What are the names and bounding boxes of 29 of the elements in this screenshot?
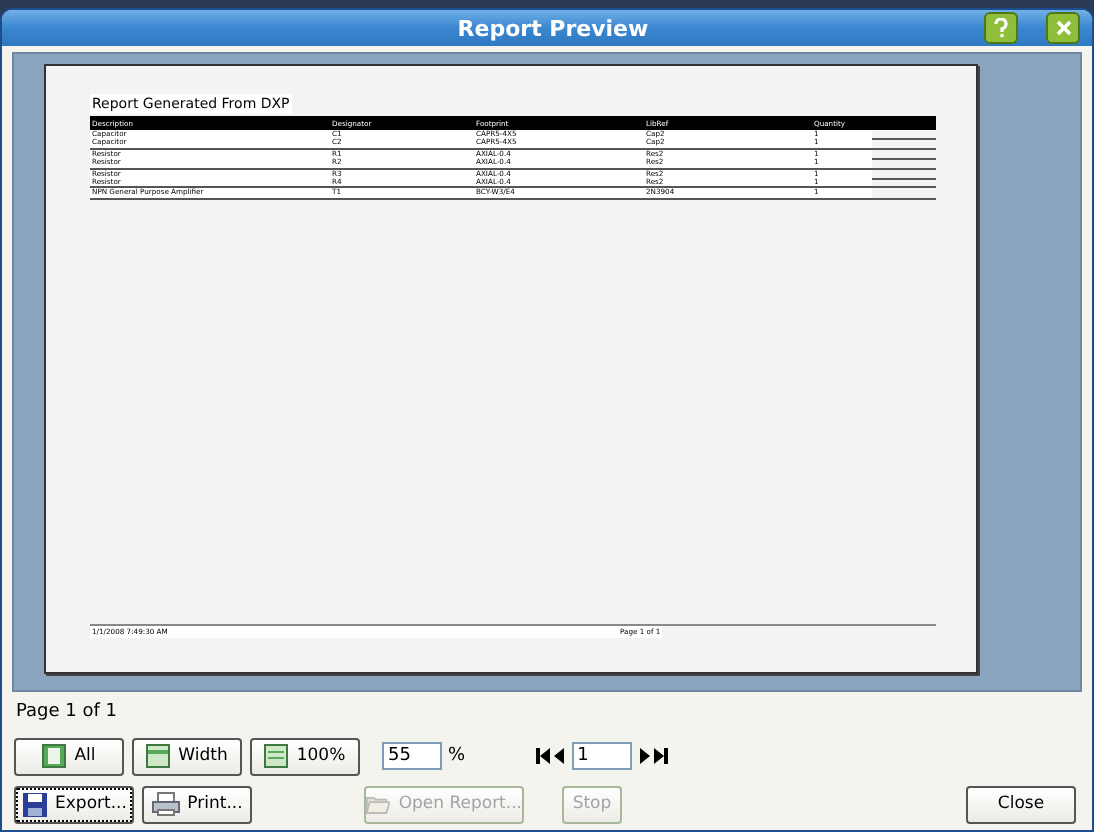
first-page-icon <box>535 748 550 764</box>
action-button[interactable]: Export... <box>14 785 134 823</box>
printer-icon <box>151 792 180 816</box>
zoom-button[interactable]: All <box>14 737 124 775</box>
window-title: Report Preview <box>455 15 651 41</box>
header-bar <box>872 116 936 130</box>
help-button[interactable] <box>984 12 1018 44</box>
page-field[interactable]: 1 <box>571 742 632 770</box>
page-view-icon <box>146 744 171 768</box>
zoom-button[interactable]: Width <box>132 737 242 775</box>
page-view-icon <box>264 744 289 768</box>
close-icon <box>1055 20 1071 36</box>
previous-page-button[interactable] <box>553 748 564 764</box>
zoom-button[interactable]: 100% <box>250 737 360 775</box>
last-page-icon <box>653 748 668 764</box>
page-view-icon <box>42 744 67 768</box>
first-page-button[interactable] <box>535 748 550 764</box>
close-button[interactable] <box>1046 12 1080 44</box>
percent-label: % <box>448 746 466 766</box>
folder-icon <box>366 792 391 816</box>
zoom-field[interactable]: 55 <box>382 742 442 770</box>
previous-icon <box>553 748 564 764</box>
next-icon <box>639 748 650 764</box>
status-text: Page 1 of 1 <box>14 700 119 726</box>
help-icon <box>994 18 1008 38</box>
last-page-button[interactable] <box>653 748 668 764</box>
next-page-button[interactable] <box>639 748 650 764</box>
action-button[interactable]: Close <box>966 785 1076 823</box>
action-button[interactable]: Print... <box>142 785 252 823</box>
